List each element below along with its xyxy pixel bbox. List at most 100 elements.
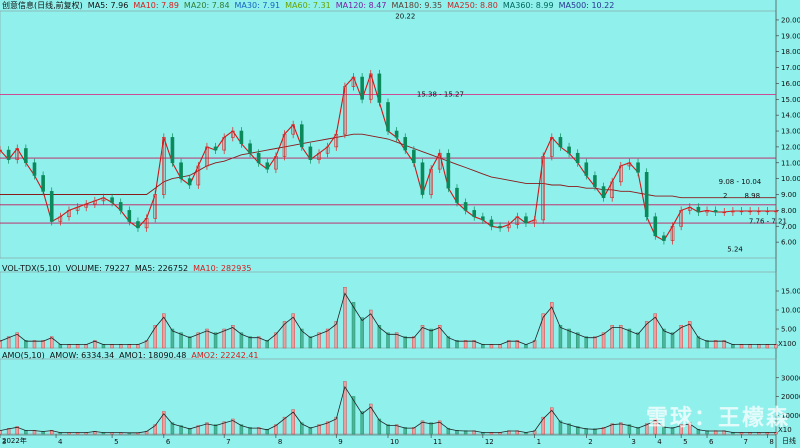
watermark: 雪球：王檬森 [645, 406, 790, 431]
x-tick-label: 5 [114, 438, 118, 446]
amount-bar [213, 424, 218, 435]
volume-bar [558, 325, 563, 349]
x-tick-label: 6 [166, 438, 171, 446]
candle-body [558, 137, 563, 148]
candle-body [601, 186, 606, 198]
candle-body [653, 216, 658, 237]
candle-body [593, 175, 597, 187]
candle-body [170, 137, 175, 164]
candle-body [394, 130, 399, 138]
chart-canvas[interactable]: 6.007.008.009.0010.0011.0012.0013.0014.0… [0, 0, 800, 448]
candle-body [644, 171, 649, 218]
price-tick-label: 8.00 [781, 207, 797, 215]
candle-body [713, 210, 718, 213]
volume-bar [412, 336, 416, 349]
end-label: 日线 [782, 437, 796, 445]
volume-bar [429, 328, 433, 349]
price-annotation: 2 [723, 192, 727, 200]
candle-body [127, 210, 132, 222]
x-tick-label: 4 [58, 438, 63, 446]
x-tick-label: 9 [338, 438, 342, 446]
price-annotation: 9.08 - 10.04 [719, 178, 762, 186]
price-tick-label: 13.00 [781, 128, 800, 136]
candle-body [403, 137, 408, 151]
candle-body [24, 148, 28, 164]
volume-bar [170, 328, 175, 349]
candle-body [308, 146, 313, 160]
price-annotation: 20.22 [395, 12, 415, 20]
candle-body [584, 162, 589, 176]
volume-tick-label: 15.00 [781, 288, 800, 296]
x-tick-label: 12 [485, 438, 494, 446]
amount-bar [386, 424, 390, 435]
x-tick-label: 3 [631, 438, 635, 446]
x-tick-label: 8 [278, 438, 282, 446]
price-tick-label: 15.00 [781, 96, 800, 104]
candle-body [41, 175, 45, 192]
candle-body [256, 152, 261, 164]
candle-body [636, 162, 640, 173]
volume-bar [567, 328, 571, 349]
candle-body [239, 130, 244, 145]
x-tick-label: 4 [657, 438, 662, 446]
x-tick-label: 10 [390, 438, 399, 446]
volume-bar [205, 328, 209, 349]
x-tick-label: 7 [744, 438, 748, 446]
amount-bar [360, 411, 364, 435]
candle-body [524, 216, 528, 224]
volume-unit: X100 [778, 340, 796, 348]
price-tick-label: 18.00 [781, 48, 800, 56]
candle-body [420, 162, 425, 195]
volume-bar [670, 332, 675, 349]
candle-body [360, 76, 364, 100]
volume-bar [627, 328, 632, 349]
volume-bar [325, 328, 330, 349]
volume-bar [619, 325, 623, 349]
volume-bar [187, 336, 192, 349]
candle-body [6, 149, 11, 160]
candle-body [377, 73, 382, 103]
candle-body [567, 146, 571, 154]
x-tick-label: 7 [226, 438, 230, 446]
candle-body [412, 149, 416, 164]
candle-body [136, 221, 140, 229]
candle-body [248, 143, 252, 154]
volume-bar [222, 328, 226, 349]
volume-bar [662, 328, 666, 349]
x-tick-label: 1 [537, 438, 541, 446]
candle-body [118, 202, 123, 211]
volume-tick-label: 5.00 [781, 326, 797, 334]
x-tick-label: 2 [588, 438, 592, 446]
candle-body [696, 206, 701, 213]
volume-bar [541, 313, 545, 349]
volume-bar [213, 332, 218, 349]
volume-tick-label: 10.00 [781, 307, 800, 315]
candle-body [463, 202, 468, 211]
candle-body [32, 162, 37, 176]
volume-bar [248, 336, 252, 349]
price-annotation: 15.38 - 15.27 [417, 91, 464, 99]
volume-bar [403, 336, 407, 349]
price-tick-label: 9.00 [781, 191, 797, 199]
volume-bar [636, 332, 640, 349]
candle-body [265, 162, 270, 170]
x-tick-label: 8 [769, 438, 773, 446]
price-tick-label: 12.00 [781, 143, 800, 151]
price-tick-label: 11.00 [781, 159, 800, 167]
price-tick-label: 20.00 [781, 16, 800, 24]
price-tick-label: 16.00 [781, 80, 800, 88]
candle-body [213, 146, 218, 151]
candle-body [472, 210, 477, 218]
price-annotation: 7.76 - 7.21 [749, 217, 787, 225]
volume-bar [386, 332, 390, 349]
candle-body [446, 152, 451, 189]
candle-body [489, 219, 494, 227]
candle-body [455, 187, 459, 203]
price-tick-label: 10.00 [781, 175, 800, 183]
candle-body [49, 191, 54, 222]
x-tick-label: 6 [709, 438, 714, 446]
price-tick-label: 6.00 [781, 239, 797, 247]
x-tick-label: 5 [683, 438, 687, 446]
price-annotation: 5.24 [727, 245, 743, 253]
stock-chart[interactable]: 创意信息(日线,前复权) MA5: 7.96 MA10: 7.89 MA20: 7.8… [0, 0, 800, 448]
